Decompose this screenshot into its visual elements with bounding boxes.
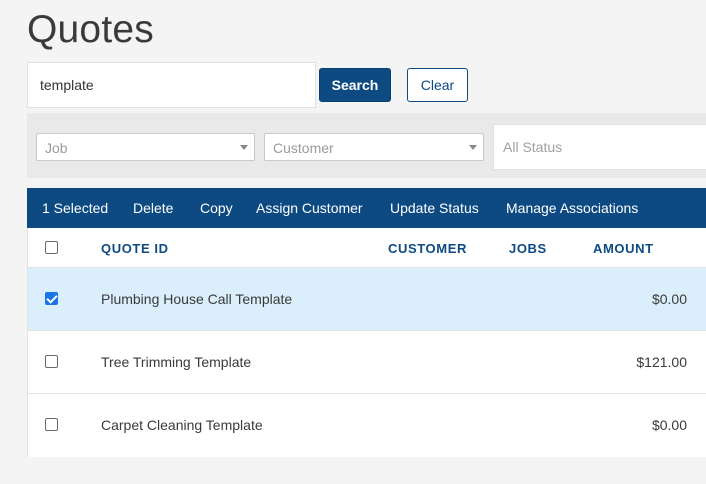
table-row[interactable]: Carpet Cleaning Template $0.00 (28, 394, 706, 457)
quote-name[interactable]: Plumbing House Call Template (101, 291, 292, 307)
search-input[interactable] (27, 62, 316, 108)
table-row[interactable]: Plumbing House Call Template $0.00 (28, 268, 706, 331)
job-select[interactable]: Job (36, 133, 255, 161)
search-button[interactable]: Search (319, 68, 391, 102)
quote-name[interactable]: Carpet Cleaning Template (101, 417, 263, 433)
status-filter[interactable]: All Status (493, 124, 706, 170)
select-all-checkbox[interactable] (45, 241, 58, 254)
job-select-placeholder: Job (45, 140, 68, 156)
row-checkbox[interactable] (45, 355, 58, 368)
bulk-action-bar: 1 Selected Delete Copy Assign Customer U… (27, 188, 706, 234)
customer-select-placeholder: Customer (273, 140, 334, 156)
chevron-down-icon (469, 145, 477, 150)
page-title: Quotes (27, 8, 154, 51)
quotes-table: QUOTE ID CUSTOMER JOBS AMOUNT Plumbing H… (27, 228, 706, 457)
quote-amount: $0.00 (651, 291, 687, 307)
row-checkbox[interactable] (45, 292, 58, 305)
status-filter-placeholder: All Status (503, 139, 563, 155)
column-header-quote-id[interactable]: QUOTE ID (101, 241, 169, 256)
assign-customer-action[interactable]: Assign Customer (256, 200, 363, 216)
quote-name[interactable]: Tree Trimming Template (101, 354, 251, 370)
selected-count[interactable]: 1 Selected (42, 200, 108, 216)
column-header-jobs[interactable]: JOBS (509, 241, 547, 256)
customer-select[interactable]: Customer (264, 133, 484, 161)
table-header: QUOTE ID CUSTOMER JOBS AMOUNT (28, 228, 706, 268)
chevron-down-icon (240, 145, 248, 150)
manage-associations-action[interactable]: Manage Associations (506, 200, 638, 216)
filter-bar: Job Customer All Status (27, 113, 706, 178)
column-header-customer[interactable]: CUSTOMER (388, 241, 467, 256)
table-row[interactable]: Tree Trimming Template $121.00 (28, 331, 706, 394)
row-checkbox[interactable] (45, 418, 58, 431)
clear-button[interactable]: Clear (407, 68, 468, 102)
quote-amount: $0.00 (651, 417, 687, 433)
update-status-action[interactable]: Update Status (390, 200, 479, 216)
column-header-amount[interactable]: AMOUNT (593, 241, 654, 256)
quote-amount: $121.00 (636, 354, 687, 370)
delete-action[interactable]: Delete (133, 200, 173, 216)
copy-action[interactable]: Copy (200, 200, 233, 216)
